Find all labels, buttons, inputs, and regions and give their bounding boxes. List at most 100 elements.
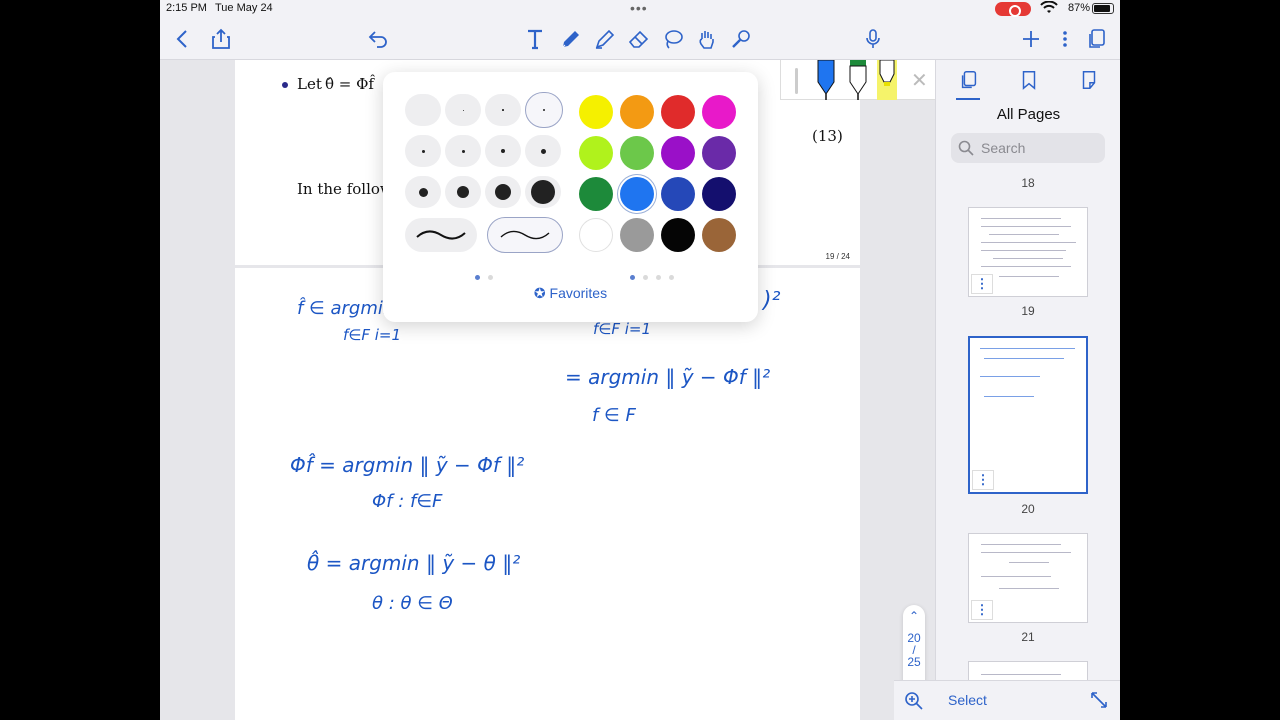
color-swatch[interactable]: [620, 136, 654, 170]
drag-handle[interactable]: [795, 68, 798, 94]
handwriting-line1b: f∈F i=1: [343, 326, 402, 344]
size-option[interactable]: [405, 135, 441, 167]
thumbnail-more-button[interactable]: ⋮: [971, 600, 993, 620]
sidebar-title: All Pages: [996, 106, 1061, 123]
select-button[interactable]: Select: [948, 692, 987, 708]
multitasking-dots-icon[interactable]: •••: [630, 0, 648, 16]
yellow-highlighter-icon[interactable]: [878, 60, 896, 90]
top-toolbar: [160, 18, 1120, 60]
search-icon: [958, 140, 974, 156]
plus-icon[interactable]: [1018, 26, 1044, 52]
color-swatch[interactable]: [579, 136, 613, 170]
color-swatch[interactable]: [579, 218, 613, 252]
hand-tool-icon[interactable]: [694, 26, 720, 52]
pages-sidebar: All Pages Search 18 ⋮ 19 ⋮ 20 ⋮ 21: [935, 60, 1120, 720]
color-swatch[interactable]: [579, 95, 613, 129]
size-option[interactable]: [485, 94, 521, 126]
color-swatch[interactable]: [661, 177, 695, 211]
page-divider: /: [912, 643, 916, 657]
chevron-up-icon[interactable]: ⌃: [903, 609, 925, 623]
color-swatch[interactable]: [620, 95, 654, 129]
green-pen-icon[interactable]: [847, 60, 869, 100]
thumbnail-more-button[interactable]: ⋮: [972, 470, 994, 490]
handwriting-line3-sub: Φf : f∈F: [372, 491, 443, 512]
page-number-18: 18: [1021, 176, 1035, 190]
color-swatch[interactable]: [702, 218, 736, 252]
color-swatch[interactable]: [702, 136, 736, 170]
color-swatch[interactable]: [620, 177, 654, 211]
pressure-curve-option[interactable]: [405, 218, 477, 252]
size-page-indicator[interactable]: [475, 267, 501, 285]
more-vertical-icon[interactable]: [1052, 26, 1078, 52]
total-pages: 25: [907, 655, 921, 669]
pen-tool-icon[interactable]: [558, 26, 584, 52]
handwriting-line2-sub: f ∈ F: [592, 405, 636, 426]
pen-settings-popover: ✪ Favorites: [383, 72, 758, 322]
ipad-screen: 2:15 PM Tue May 24 ••• 87% Let θ̂ = Φf̂ …: [160, 0, 1120, 720]
handwriting-line4: θ̂ = argmin ‖ ỹ − θ ‖²: [307, 551, 521, 575]
page-number-19: 19: [1021, 304, 1035, 318]
body-text: In the follow: [297, 180, 393, 198]
size-option[interactable]: [485, 135, 521, 167]
size-option[interactable]: [405, 94, 441, 126]
color-swatch[interactable]: [702, 177, 736, 211]
size-option[interactable]: [405, 176, 441, 208]
color-swatch[interactable]: [661, 218, 695, 252]
laser-pointer-icon[interactable]: [728, 26, 754, 52]
pages-icon[interactable]: [1084, 26, 1110, 52]
color-page-indicator[interactable]: [630, 267, 682, 285]
thumbnail-more-button[interactable]: ⋮: [971, 274, 993, 294]
page-thumbnail-21[interactable]: ⋮: [968, 533, 1088, 623]
highlighter-tool-icon[interactable]: [592, 26, 618, 52]
eraser-tool-icon[interactable]: [626, 26, 652, 52]
size-option-selected[interactable]: [525, 92, 563, 128]
microphone-icon[interactable]: [860, 26, 886, 52]
outline-tab-icon[interactable]: [1078, 69, 1100, 91]
status-date: Tue May 24: [215, 2, 273, 14]
size-option[interactable]: [525, 176, 561, 208]
share-icon[interactable]: [208, 26, 234, 52]
page-number-21: 21: [1021, 630, 1035, 644]
sidebar-bottom-bar: Select: [935, 680, 1120, 720]
expand-icon[interactable]: [1090, 691, 1108, 709]
handwriting-line1a: f̂ ∈ argmin: [297, 298, 395, 319]
color-swatch[interactable]: [661, 136, 695, 170]
page-20[interactable]: f̂ ∈ argmin f∈F i=1 f∈F i=1 )² = argmin …: [235, 268, 860, 720]
color-swatch[interactable]: [702, 95, 736, 129]
close-icon[interactable]: ✕: [911, 68, 928, 93]
handwriting-line2: = argmin ‖ ỹ − Φf ‖²: [565, 365, 771, 389]
page-label: 19 / 24: [825, 252, 850, 261]
handwriting-line3: Φf̂ = argmin ‖ ỹ − Φf ‖²: [290, 453, 525, 477]
screen-recording-icon[interactable]: [995, 2, 1031, 17]
size-option[interactable]: [445, 94, 481, 126]
battery-percent: 87%: [1068, 2, 1091, 14]
page-thumbnail-19[interactable]: ⋮: [968, 207, 1088, 297]
equation-number: (13): [812, 127, 843, 145]
color-swatch[interactable]: [661, 95, 695, 129]
text-tool-icon[interactable]: [522, 26, 548, 52]
pressure-curve-option-selected[interactable]: [487, 217, 563, 253]
size-option[interactable]: [445, 135, 481, 167]
pages-tab-icon[interactable]: [958, 69, 980, 91]
bullet-dot: [282, 82, 288, 88]
search-input[interactable]: Search: [951, 133, 1105, 163]
page-number-20: 20: [1021, 502, 1035, 516]
zoom-button[interactable]: [894, 680, 935, 720]
lasso-tool-icon[interactable]: [660, 26, 686, 52]
size-option[interactable]: [485, 176, 521, 208]
size-option[interactable]: [525, 135, 561, 167]
undo-icon[interactable]: [365, 26, 391, 52]
battery-icon: [1092, 3, 1114, 14]
size-option[interactable]: [445, 176, 481, 208]
bookmarks-tab-icon[interactable]: [1018, 69, 1040, 91]
active-tab-indicator: [956, 98, 980, 100]
chevron-left-icon[interactable]: [170, 26, 196, 52]
favorites-label: Favorites: [549, 285, 608, 301]
handwriting-line1d: )²: [763, 288, 781, 313]
favorites-button[interactable]: ✪ Favorites: [383, 285, 758, 302]
color-swatch[interactable]: [579, 177, 613, 211]
page-thumbnail-20[interactable]: ⋮: [968, 336, 1088, 494]
math-expression: θ̂ = Φf̂: [325, 75, 374, 93]
blue-pen-icon[interactable]: [815, 60, 837, 100]
color-swatch[interactable]: [620, 218, 654, 252]
